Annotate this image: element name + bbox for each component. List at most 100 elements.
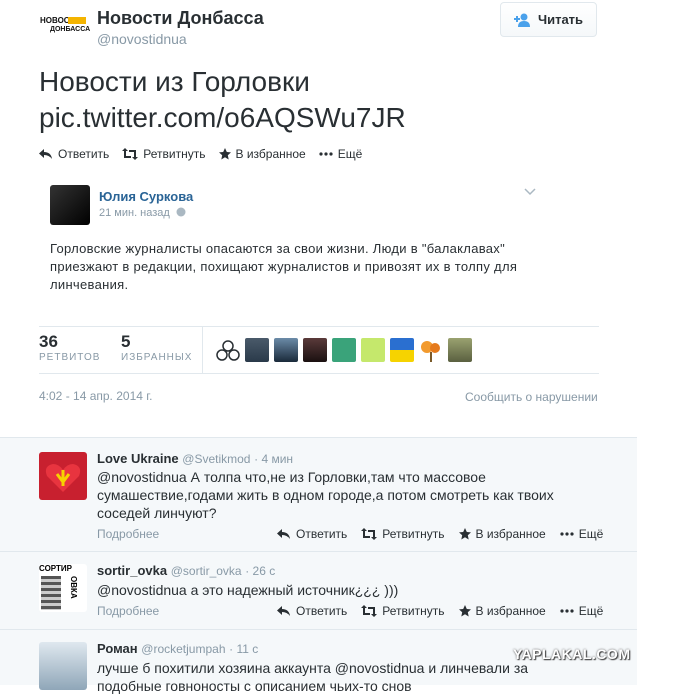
account-logo[interactable]: НОВОСТИ ДОНБАССА: [40, 10, 91, 40]
retweet-label: Ретвитнуть: [143, 147, 206, 161]
more-dots-icon: [560, 532, 574, 536]
more-label: Ещё: [337, 147, 363, 161]
favoriter-avatar[interactable]: [390, 338, 414, 362]
stats-divider-bottom: [39, 373, 599, 374]
stats-divider-top: [39, 326, 599, 327]
reply-author-avatar[interactable]: [39, 452, 87, 500]
favoriter-avatar[interactable]: [419, 338, 443, 362]
follow-button[interactable]: Читать: [500, 2, 597, 37]
favoriter-avatar[interactable]: [332, 338, 356, 362]
quoted-timestamp[interactable]: 21 мин. назад: [99, 207, 186, 219]
reply-icon: [277, 606, 290, 616]
retweet-button[interactable]: Ретвитнуть: [122, 147, 206, 161]
logo-text-bottom: ДОНБАССА: [50, 26, 91, 33]
more-dots-icon: [560, 609, 574, 613]
retweet-count[interactable]: 36 РЕТВИТОВ: [39, 332, 100, 363]
reply-item[interactable]: СОРТИР ОВКА sortir_ovka @sortir_ovka · 2…: [0, 552, 637, 630]
favorite-button[interactable]: В избранное: [218, 147, 306, 161]
globe-icon: [176, 207, 186, 217]
reply-text: @novostidnua А толпа что,не из Горловки,…: [97, 469, 554, 521]
tweet-link[interactable]: pic.twitter.com/o6AQSWu7JR: [39, 100, 406, 136]
reply-author-handle: @rocketjumpah: [141, 642, 226, 656]
reply-icon: [39, 149, 52, 159]
quoted-author-avatar[interactable]: [50, 185, 90, 225]
tweet-actions: Ответить Ретвитнуть В избранное Ещё: [39, 147, 375, 161]
reply-author-name: Роман: [97, 641, 138, 656]
reply-author-name: sortir_ovka: [97, 563, 168, 578]
retweet-label: Ретвитнуть: [382, 527, 445, 541]
reply-text: @novostidnua а это надежный источник¿¿¿ …: [97, 582, 399, 598]
avatar-paper-stack: [41, 576, 61, 610]
favorite-label: В избранное: [235, 147, 306, 161]
avatar-text-side: ОВКА: [69, 576, 78, 599]
more-button[interactable]: Ещё: [560, 527, 603, 541]
tweet-text: Новости из Горловки pic.twitter.com/o6AQ…: [39, 64, 406, 136]
reply-author-avatar[interactable]: [39, 642, 87, 690]
favoriter-avatar[interactable]: [448, 338, 472, 362]
favorite-count-label: ИЗБРАННЫХ: [121, 352, 193, 363]
egg-cluster-avatar[interactable]: [216, 340, 240, 367]
reply-actions: Ответить Ретвитнуть В избранное Ещё: [277, 604, 617, 618]
reply-author-avatar[interactable]: СОРТИР ОВКА: [39, 564, 87, 612]
reply-label: Ответить: [296, 527, 348, 541]
reply-author-handle: @Svetikmod: [182, 452, 251, 466]
reply-details-link[interactable]: Подробнее: [97, 604, 159, 618]
reply-text: лучше б похитили хозяина аккаунта @novos…: [97, 660, 529, 694]
tweet-date: 4:02 - 14 апр. 2014 г.: [39, 389, 153, 403]
reply-button[interactable]: Ответить: [277, 527, 347, 541]
tweet-line-1: Новости из Горловки: [39, 66, 310, 97]
quoted-tweet-text: Горловские журналисты опасаются за свои …: [50, 241, 518, 292]
quoted-time-label: 21 мин. назад: [99, 207, 170, 219]
favorite-label: В избранное: [475, 527, 546, 541]
quoted-author-name[interactable]: Юлия Суркова: [99, 189, 193, 204]
favorite-label: В избранное: [475, 604, 546, 618]
retweet-count-number: 36: [39, 332, 58, 351]
report-link[interactable]: Сообщить о нарушении: [465, 390, 598, 404]
reply-item[interactable]: Love Ukraine @Svetikmod · 4 мин @novosti…: [0, 438, 637, 552]
reply-details-link[interactable]: Подробнее: [97, 527, 159, 541]
reply-time[interactable]: · 11 с: [229, 642, 258, 656]
retweet-button[interactable]: Ретвитнуть: [361, 527, 445, 541]
favorite-button[interactable]: В избранное: [458, 527, 546, 541]
reply-author-handle: @sortir_ovka: [170, 564, 242, 578]
add-user-icon: [513, 13, 530, 27]
reply-button[interactable]: Ответить: [39, 147, 109, 161]
favoriter-avatar[interactable]: [274, 338, 298, 362]
star-icon: [458, 605, 471, 617]
follow-label: Читать: [537, 12, 584, 27]
chevron-down-icon[interactable]: [524, 185, 536, 199]
logo-accent-bar: [68, 17, 86, 24]
reply-author[interactable]: sortir_ovka @sortir_ovka · 26 с: [97, 563, 275, 578]
reply-label: Ответить: [296, 604, 348, 618]
reply-author-name: Love Ukraine: [97, 451, 179, 466]
favoriter-avatar[interactable]: [303, 338, 327, 362]
reply-time[interactable]: · 4 мин: [254, 452, 293, 466]
reply-time[interactable]: · 26 с: [245, 564, 275, 578]
avatar-text-top: СОРТИР: [39, 564, 73, 573]
reply-icon: [277, 529, 290, 539]
reply-author[interactable]: Love Ukraine @Svetikmod · 4 мин: [97, 451, 293, 466]
site-watermark: YAPLAKAL.COM: [513, 646, 631, 662]
reply-label: Ответить: [58, 147, 110, 161]
retweet-icon: [361, 528, 378, 540]
retweet-icon: [122, 148, 139, 160]
favorite-count-number: 5: [121, 332, 131, 351]
more-button[interactable]: Ещё: [319, 147, 363, 161]
more-dots-icon: [319, 152, 333, 156]
more-button[interactable]: Ещё: [560, 604, 604, 618]
account-handle[interactable]: @novostidnua: [97, 31, 187, 47]
reply-actions: Ответить Ретвитнуть В избранное Ещё: [277, 527, 617, 541]
default-avatars-icon: [216, 340, 240, 361]
favorite-button[interactable]: В избранное: [458, 604, 546, 618]
reply-author[interactable]: Роман @rocketjumpah · 11 с: [97, 641, 258, 656]
more-label: Ещё: [578, 604, 604, 618]
favorite-count[interactable]: 5 ИЗБРАННЫХ: [121, 332, 192, 363]
retweet-label: Ретвитнуть: [382, 604, 445, 618]
retweet-icon: [361, 605, 378, 617]
account-name[interactable]: Новости Донбасса: [97, 8, 264, 29]
favoriter-avatar[interactable]: [245, 338, 269, 362]
favoriter-avatar[interactable]: [361, 338, 385, 362]
retweet-button[interactable]: Ретвитнуть: [361, 604, 445, 618]
reply-button[interactable]: Ответить: [277, 604, 347, 618]
stats-separator: [202, 327, 203, 373]
